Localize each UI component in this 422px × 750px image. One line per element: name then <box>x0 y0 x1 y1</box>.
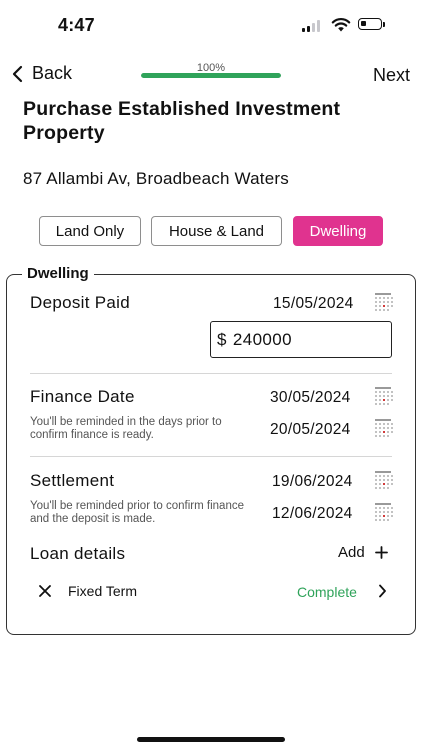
finance-label: Finance Date <box>30 387 135 406</box>
battery-icon <box>358 18 382 30</box>
type-option-land-only[interactable]: Land Only <box>39 216 141 246</box>
progress-fill <box>141 73 281 78</box>
divider <box>30 456 392 457</box>
add-label: Add <box>338 544 365 561</box>
finance-reminder-date[interactable]: 20/05/2024 <box>270 421 351 439</box>
divider <box>30 373 392 374</box>
calendar-icon[interactable] <box>373 419 393 437</box>
calendar-icon[interactable] <box>373 387 393 405</box>
home-indicator <box>137 737 285 742</box>
finance-date[interactable]: 30/05/2024 <box>270 389 351 407</box>
property-address: 87 Allambi Av, Broadbeach Waters <box>23 169 289 188</box>
deposit-label: Deposit Paid <box>30 293 130 312</box>
loan-details-label: Loan details <box>30 544 126 563</box>
wifi-icon <box>331 18 351 32</box>
back-label: Back <box>32 63 73 83</box>
next-button[interactable]: Next <box>373 65 410 86</box>
chevron-left-icon <box>12 65 23 82</box>
section-legend: Dwelling <box>22 265 94 282</box>
settlement-label: Settlement <box>30 471 115 490</box>
loan-status-badge: Complete <box>297 584 357 600</box>
page-title: Purchase Established Investment Property <box>23 98 341 144</box>
chevron-right-icon <box>379 584 386 598</box>
currency-symbol: $ <box>217 329 227 349</box>
status-time: 4:47 <box>58 15 95 35</box>
calendar-icon[interactable] <box>373 471 393 489</box>
deposit-date[interactable]: 15/05/2024 <box>273 295 354 313</box>
calendar-icon[interactable] <box>373 293 393 311</box>
loan-item-name: Fixed Term <box>68 583 137 599</box>
type-option-dwelling[interactable]: Dwelling <box>293 216 383 246</box>
deposit-amount-value: 240000 <box>232 329 292 349</box>
add-loan-button[interactable]: Add <box>338 544 388 561</box>
finance-hint: You'll be reminded in the days prior to … <box>30 416 222 441</box>
settlement-date[interactable]: 19/06/2024 <box>272 473 353 491</box>
settlement-hint: You'll be reminded prior to confirm fina… <box>30 500 244 525</box>
loan-item-row[interactable]: Fixed Term Complete <box>30 578 392 604</box>
back-button[interactable]: Back <box>10 63 72 84</box>
type-option-house-and-land[interactable]: House & Land <box>151 216 282 246</box>
settlement-reminder-date[interactable]: 12/06/2024 <box>272 505 353 523</box>
progress-bar <box>141 73 281 78</box>
battery-tip <box>383 22 385 27</box>
cellular-signal-icon <box>302 20 324 32</box>
deposit-amount-input[interactable]: $ 240000 <box>210 321 392 358</box>
plus-icon <box>374 546 388 559</box>
close-icon[interactable] <box>39 585 51 597</box>
calendar-icon[interactable] <box>373 503 393 521</box>
